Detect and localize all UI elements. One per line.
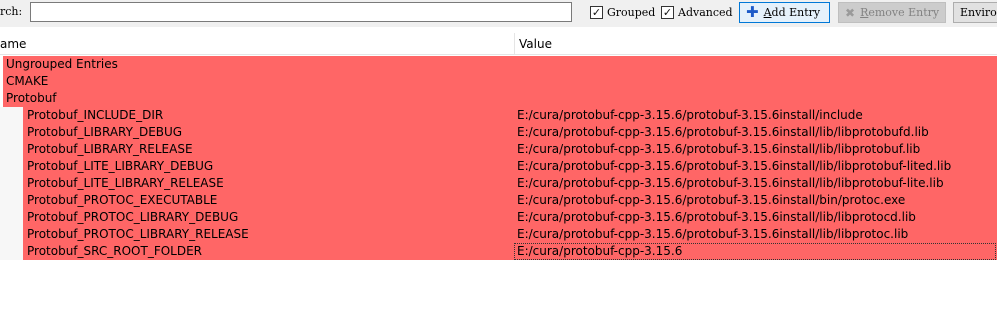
advanced-label: Advanced <box>678 5 733 19</box>
column-header-name[interactable]: ame <box>0 33 514 55</box>
entry-name: Protobuf_PROTOC_EXECUTABLE <box>27 193 218 207</box>
grouped-checkbox[interactable]: ✓ Grouped <box>590 4 655 20</box>
remove-entry-label: Remove Entry <box>860 6 940 19</box>
entry-value[interactable]: E:/cura/protobuf-cpp-3.15.6/protobuf-3.1… <box>517 141 995 158</box>
entry-value[interactable]: E:/cura/protobuf-cpp-3.15.6/protobuf-3.1… <box>517 124 995 141</box>
group-row-protobuf[interactable]: Protobuf <box>0 90 997 107</box>
entry-name: Protobuf_LIBRARY_DEBUG <box>27 125 183 139</box>
checkmark-icon: ✓ <box>661 5 674 19</box>
remove-entry-button[interactable]: ✖ Remove Entry <box>838 2 946 23</box>
environment-label: Enviror <box>960 6 997 19</box>
table-row[interactable]: Protobuf_LIBRARY_RELEASE E:/cura/protobu… <box>0 141 997 158</box>
group-row-ungrouped[interactable]: Ungrouped Entries <box>0 56 997 73</box>
checkmark-icon: ✓ <box>590 5 603 19</box>
environment-button[interactable]: Enviror <box>953 2 997 23</box>
entry-value[interactable]: E:/cura/protobuf-cpp-3.15.6/protobuf-3.1… <box>517 209 995 226</box>
x-icon: ✖ <box>845 5 856 20</box>
entry-value[interactable]: E:/cura/protobuf-cpp-3.15.6/protobuf-3.1… <box>517 226 995 243</box>
table-row[interactable]: Protobuf_PROTOC_LIBRARY_DEBUG E:/cura/pr… <box>0 209 997 226</box>
table-row[interactable]: Protobuf_LITE_LIBRARY_DEBUG E:/cura/prot… <box>0 158 997 175</box>
entry-name: Protobuf_LIBRARY_RELEASE <box>27 142 193 156</box>
add-entry-label: Add Entry <box>763 6 821 19</box>
column-header-value[interactable]: Value <box>514 33 997 55</box>
entry-name: Protobuf_SRC_ROOT_FOLDER <box>27 244 203 258</box>
entry-name: Protobuf_PROTOC_LIBRARY_DEBUG <box>27 210 239 224</box>
table-row[interactable]: Protobuf_PROTOC_LIBRARY_RELEASE E:/cura/… <box>0 226 997 243</box>
group-label: CMAKE <box>6 74 49 88</box>
entry-value[interactable]: E:/cura/protobuf-cpp-3.15.6 <box>517 243 995 260</box>
table-row[interactable]: Protobuf_SRC_ROOT_FOLDER E:/cura/protobu… <box>0 243 997 260</box>
table-row[interactable]: Protobuf_INCLUDE_DIR E:/cura/protobuf-cp… <box>0 107 997 124</box>
table-row[interactable]: Protobuf_LIBRARY_DEBUG E:/cura/protobuf-… <box>0 124 997 141</box>
entry-name: Protobuf_LITE_LIBRARY_DEBUG <box>27 159 214 173</box>
table-row[interactable]: Protobuf_LITE_LIBRARY_RELEASE E:/cura/pr… <box>0 175 997 192</box>
plus-icon: ✚ <box>746 3 759 21</box>
entry-value[interactable]: E:/cura/protobuf-cpp-3.15.6/protobuf-3.1… <box>517 192 995 209</box>
table-header: ame Value <box>0 33 997 55</box>
group-label: Ungrouped Entries <box>6 57 118 71</box>
search-label: rch: <box>0 5 23 18</box>
add-entry-button[interactable]: ✚ Add Entry <box>739 2 830 23</box>
advanced-checkbox[interactable]: ✓ Advanced <box>661 4 733 20</box>
table-row[interactable]: Protobuf_PROTOC_EXECUTABLE E:/cura/proto… <box>0 192 997 209</box>
group-row-cmake[interactable]: CMAKE <box>0 73 997 90</box>
cmake-gui-window: rch: ✓ Grouped ✓ Advanced ✚ Add Entry ✖ … <box>0 0 997 313</box>
grouped-label: Grouped <box>607 5 656 19</box>
entry-name: Protobuf_LITE_LIBRARY_RELEASE <box>27 176 224 190</box>
entry-name: Protobuf_PROTOC_LIBRARY_RELEASE <box>27 227 249 241</box>
entry-value[interactable]: E:/cura/protobuf-cpp-3.15.6/protobuf-3.1… <box>517 158 995 175</box>
entry-value[interactable]: E:/cura/protobuf-cpp-3.15.6/protobuf-3.1… <box>517 107 995 124</box>
entry-name: Protobuf_INCLUDE_DIR <box>27 108 164 122</box>
search-input[interactable] <box>30 2 572 22</box>
toolbar: rch: ✓ Grouped ✓ Advanced ✚ Add Entry ✖ … <box>0 0 997 27</box>
entry-value[interactable]: E:/cura/protobuf-cpp-3.15.6/protobuf-3.1… <box>517 175 995 192</box>
group-label: Protobuf <box>6 91 57 105</box>
